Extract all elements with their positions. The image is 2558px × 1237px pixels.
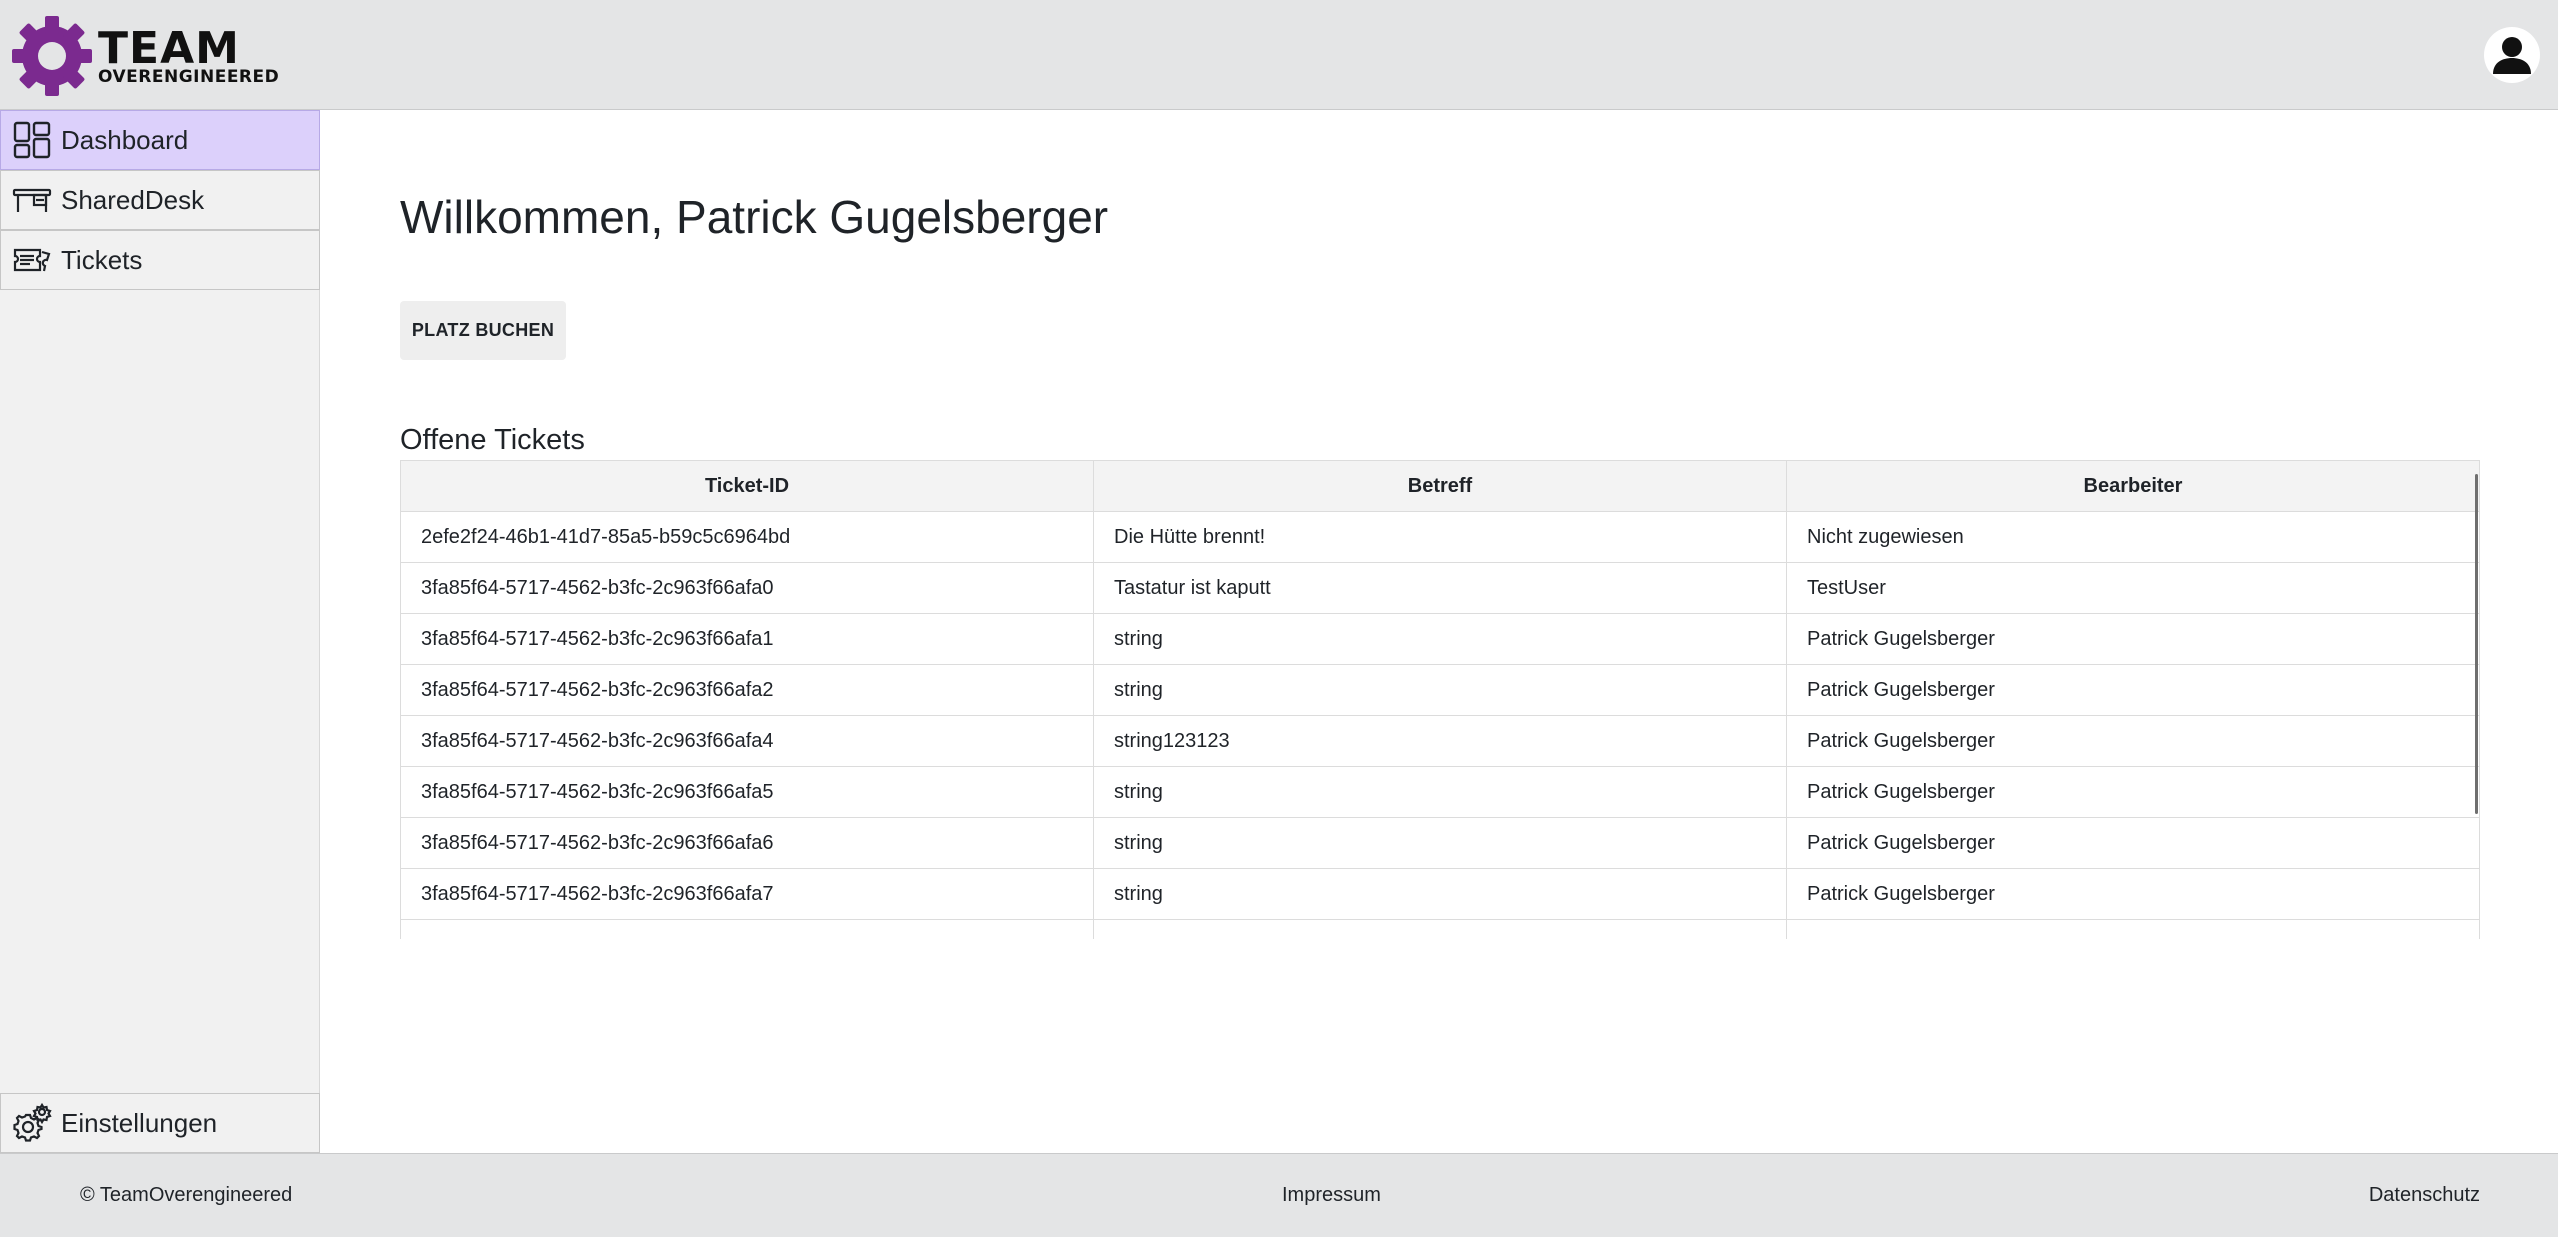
cell-subject: string	[1094, 767, 1787, 817]
cell-subject: string	[1094, 818, 1787, 868]
cell-ticket-id: 3fa85f64-5717-4562-b3fc-2c963f66afa1	[401, 614, 1094, 664]
sidebar: Dashboard SharedDesk Tickets	[0, 110, 320, 1153]
cell-ticket-id: 3fa85f64-5717-4562-b3fc-2c963f66afa2	[401, 665, 1094, 715]
user-icon	[2493, 37, 2531, 74]
page-title: Willkommen, Patrick Gugelsberger	[400, 191, 1109, 243]
gear-logo-icon	[12, 16, 92, 96]
cell-ticket-id	[401, 920, 1094, 939]
top-bar: TEAM OVERENGINEERED	[0, 0, 2558, 110]
table-header: Ticket-ID Betreff Bearbeiter	[401, 460, 2479, 512]
cell-assignee: Patrick Gugelsberger	[1807, 729, 1995, 752]
cell-subject: string	[1094, 665, 1787, 715]
column-header-assignee[interactable]: Bearbeiter	[1787, 461, 2479, 511]
table-row[interactable]: 3fa85f64-5717-4562-b3fc-2c963f66afa6 str…	[401, 818, 2479, 869]
cell-assignee: Patrick Gugelsberger	[1807, 831, 1995, 854]
sidebar-item-label: Dashboard	[61, 124, 189, 155]
sidebar-item-tickets[interactable]: Tickets	[0, 230, 320, 290]
table-row[interactable]: 3fa85f64-5717-4562-b3fc-2c963f66afa0 Tas…	[401, 563, 2479, 614]
cell-assignee: Nicht zugewiesen	[1807, 525, 1964, 548]
sidebar-item-dashboard[interactable]: Dashboard	[0, 110, 320, 170]
dashboard-icon	[11, 119, 53, 161]
tickets-table[interactable]: Ticket-ID Betreff Bearbeiter 2efe2f24-46…	[400, 460, 2480, 939]
cell-subject: string	[1094, 869, 1787, 919]
gear-icon	[11, 1102, 53, 1144]
brand-subtitle: OVERENGINEERED	[98, 66, 280, 87]
table-row[interactable]: 3fa85f64-5717-4562-b3fc-2c963f66afa7 str…	[401, 869, 2479, 920]
column-header-ticket-id[interactable]: Ticket-ID	[401, 461, 1094, 511]
sidebar-item-shareddesk[interactable]: SharedDesk	[0, 170, 320, 230]
desk-icon	[11, 179, 53, 221]
table-row[interactable]: 3fa85f64-5717-4562-b3fc-2c963f66afa5 str…	[401, 767, 2479, 818]
cell-subject: Die Hütte brennt!	[1094, 512, 1787, 562]
table-row[interactable]: 2efe2f24-46b1-41d7-85a5-b59c5c6964bd Die…	[401, 512, 2479, 563]
brand-logo[interactable]: TEAM OVERENGINEERED	[10, 12, 310, 100]
table-row[interactable]: 3fa85f64-5717-4562-b3fc-2c963f66afa2 str…	[401, 665, 2479, 716]
section-title: Offene Tickets	[400, 424, 585, 456]
footer: © TeamOverengineered Impressum Datenschu…	[0, 1153, 2558, 1237]
main-content: Willkommen, Patrick Gugelsberger PLATZ B…	[320, 110, 2558, 1153]
sidebar-item-label: Tickets	[61, 244, 143, 275]
cell-assignee: Patrick Gugelsberger	[1807, 780, 1995, 803]
user-avatar[interactable]	[2484, 27, 2540, 83]
cell-ticket-id: 3fa85f64-5717-4562-b3fc-2c963f66afa0	[401, 563, 1094, 613]
ticket-icon	[11, 239, 53, 281]
cell-subject	[1094, 920, 1787, 939]
cell-assignee: Patrick Gugelsberger	[1807, 627, 1995, 650]
cell-subject: string	[1094, 614, 1787, 664]
cell-assignee	[1787, 920, 2479, 939]
cell-ticket-id: 3fa85f64-5717-4562-b3fc-2c963f66afa7	[401, 869, 1094, 919]
cell-assignee: Patrick Gugelsberger	[1807, 678, 1995, 701]
table-row[interactable]: 3fa85f64-5717-4562-b3fc-2c963f66afa4 str…	[401, 716, 2479, 767]
cell-assignee: TestUser	[1807, 576, 1886, 599]
sidebar-item-settings[interactable]: Einstellungen	[0, 1093, 320, 1153]
cell-ticket-id: 3fa85f64-5717-4562-b3fc-2c963f66afa4	[401, 716, 1094, 766]
settings-label: Einstellungen	[61, 1107, 218, 1138]
brand-name: TEAM	[98, 22, 240, 74]
cell-subject: Tastatur ist kaputt	[1094, 563, 1787, 613]
cell-assignee: Patrick Gugelsberger	[1807, 882, 1995, 905]
sidebar-item-label: SharedDesk	[61, 184, 205, 215]
cell-ticket-id: 2efe2f24-46b1-41d7-85a5-b59c5c6964bd	[401, 512, 1094, 562]
book-desk-button[interactable]: PLATZ BUCHEN	[400, 301, 566, 360]
cell-ticket-id: 3fa85f64-5717-4562-b3fc-2c963f66afa5	[401, 767, 1094, 817]
cell-subject: string123123	[1094, 716, 1787, 766]
footer-impressum-link[interactable]: Impressum	[1282, 1184, 1381, 1207]
footer-datenschutz-link[interactable]: Datenschutz	[2369, 1184, 2480, 1207]
cell-ticket-id: 3fa85f64-5717-4562-b3fc-2c963f66afa6	[401, 818, 1094, 868]
table-scrollbar[interactable]	[2475, 474, 2478, 814]
footer-copyright: © TeamOverengineered	[80, 1184, 293, 1206]
column-header-subject[interactable]: Betreff	[1094, 461, 1787, 511]
table-row[interactable]	[401, 920, 2479, 939]
table-row[interactable]: 3fa85f64-5717-4562-b3fc-2c963f66afa1 str…	[401, 614, 2479, 665]
